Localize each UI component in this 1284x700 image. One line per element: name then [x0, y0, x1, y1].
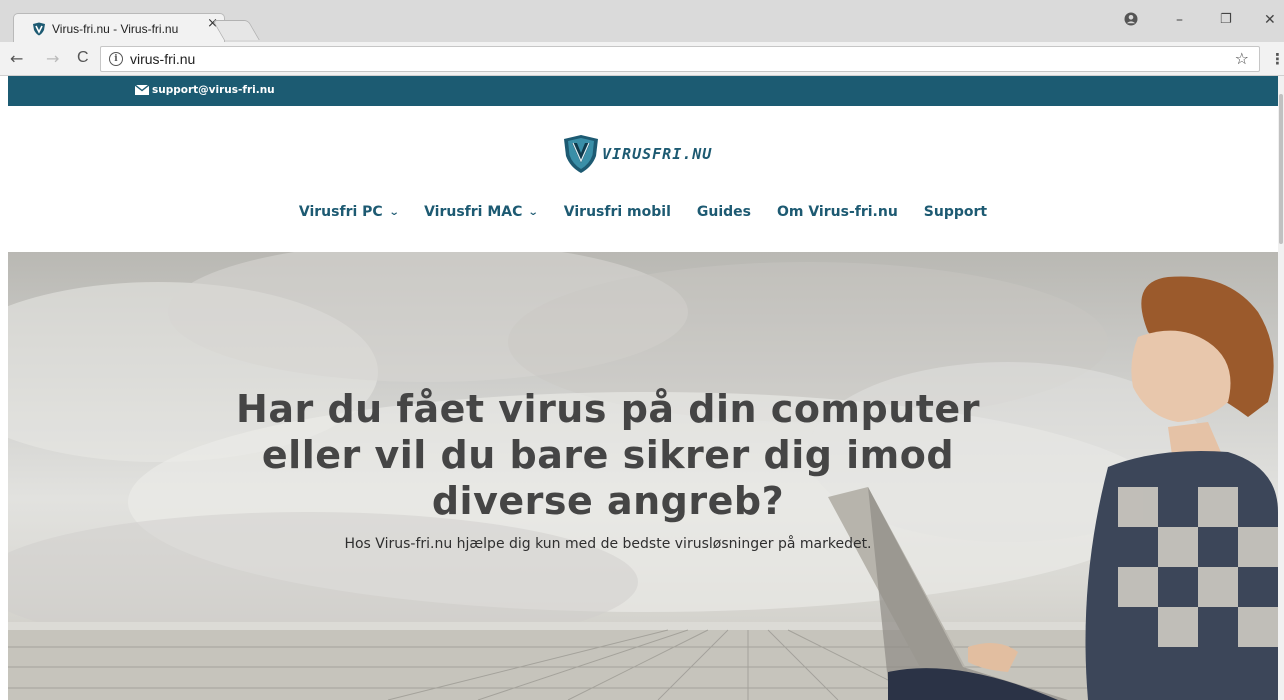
main-navigation: Virusfri PC ⌄ Virusfri MAC ⌄ Virusfri mo…: [8, 204, 1278, 220]
support-email[interactable]: support@virus-fri.nu: [152, 84, 275, 96]
logo-text: VIRUSFRI.NU: [602, 145, 713, 163]
info-icon[interactable]: i: [109, 52, 123, 66]
contact-topbar: support@virus-fri.nu: [8, 76, 1278, 106]
browser-tab[interactable]: Virus-fri.nu - Virus-fri.nu ×: [13, 13, 225, 42]
nav-item-label: Guides: [696, 204, 751, 220]
shield-logo-icon: [564, 135, 598, 173]
hero-title: Har du fået virus på din computer eller …: [236, 387, 980, 523]
support-email-link[interactable]: support@virus-fri.nu: [135, 84, 275, 96]
nav-guides[interactable]: Guides: [697, 204, 751, 220]
nav-item-label: Support: [923, 204, 988, 220]
chevron-down-icon: ⌄: [388, 206, 400, 218]
nav-support[interactable]: Support: [924, 204, 987, 220]
minimize-icon[interactable]: –: [1176, 12, 1183, 28]
back-icon[interactable]: ←: [10, 49, 23, 68]
envelope-icon: [135, 85, 149, 95]
web-page: support@virus-fri.nu VIRUSFRI.NU Virusfr…: [8, 76, 1278, 700]
reload-icon[interactable]: C: [77, 49, 89, 67]
hero-banner: Har du fået virus på din computer eller …: [8, 252, 1278, 700]
nav-item-label: Virusfri MAC: [424, 204, 523, 220]
scrollbar-thumb[interactable]: [1279, 94, 1283, 244]
nav-virusfri-mobil[interactable]: Virusfri mobil: [564, 204, 671, 220]
nav-item-label: Om Virus-fri.nu: [776, 204, 898, 220]
nav-item-label: Virusfri PC: [298, 204, 383, 220]
nav-item-label: Virusfri mobil: [563, 204, 671, 220]
forward-icon[interactable]: →: [46, 49, 59, 68]
url-text[interactable]: virus-fri.nu: [130, 51, 195, 67]
chevron-down-icon: ⌄: [528, 206, 540, 218]
hero-subtitle: Hos Virus-fri.nu hjælpe dig kun med de b…: [344, 536, 872, 552]
nav-om-virus-fri[interactable]: Om Virus-fri.nu: [777, 204, 898, 220]
tab-title: Virus-fri.nu - Virus-fri.nu: [52, 22, 179, 36]
page-scrollbar[interactable]: [1278, 76, 1284, 700]
nav-virusfri-mac[interactable]: Virusfri MAC ⌄: [424, 204, 540, 220]
restore-icon[interactable]: ❐: [1220, 12, 1232, 27]
browser-tab-strip: Virus-fri.nu - Virus-fri.nu × – ❐ ✕: [0, 0, 1284, 42]
address-bar[interactable]: i virus-fri.nu ☆: [100, 46, 1260, 72]
nav-virusfri-pc[interactable]: Virusfri PC ⌄: [298, 204, 400, 220]
close-window-icon[interactable]: ✕: [1264, 12, 1276, 28]
site-logo[interactable]: VIRUSFRI.NU: [562, 134, 712, 174]
profile-icon[interactable]: [1124, 12, 1138, 30]
browser-toolbar: ← → C i virus-fri.nu ☆ ⋮: [0, 42, 1284, 76]
shield-favicon-icon: [33, 22, 45, 36]
bookmark-star-icon[interactable]: ☆: [1235, 49, 1249, 68]
browser-menu-icon[interactable]: ⋮: [1270, 50, 1284, 68]
